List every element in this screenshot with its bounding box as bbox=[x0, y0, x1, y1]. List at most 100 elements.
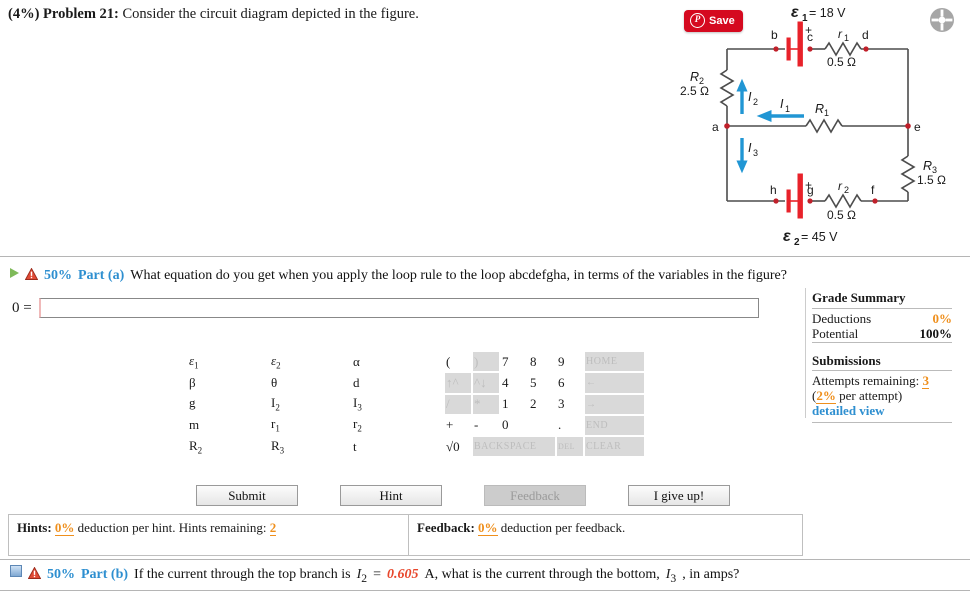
answer-prefix: 0 = bbox=[12, 299, 32, 316]
keypad-key[interactable]: ε2 bbox=[270, 352, 350, 372]
keypad-row: βθd bbox=[188, 374, 432, 392]
part-b-value: 0.605 bbox=[387, 567, 419, 582]
collapsed-square-icon[interactable] bbox=[10, 565, 22, 577]
hint-button[interactable]: Hint bbox=[340, 485, 442, 506]
keypad-key[interactable]: 6 bbox=[557, 373, 583, 392]
keypad-key[interactable]: 8 bbox=[529, 352, 555, 371]
keypad-key[interactable]: 4 bbox=[501, 373, 527, 392]
keypad-key-subscript: 2 bbox=[357, 423, 362, 434]
page-title: (4%) Problem 21: Consider the circuit di… bbox=[8, 6, 419, 23]
node-label-h: h bbox=[770, 183, 777, 197]
keypad-key[interactable]: r2 bbox=[352, 415, 432, 435]
node-label-d: d bbox=[862, 28, 869, 42]
keypad-key-subscript: 2 bbox=[197, 445, 203, 456]
keypad-key: DEL bbox=[557, 437, 583, 457]
keypad-key: * bbox=[473, 394, 499, 414]
keypad-key[interactable]: 2 bbox=[529, 395, 555, 414]
circuit-figure: P Save ε 1 = 18 V + ε 2 = 45 V + b c d a… bbox=[670, 0, 970, 252]
keypad-key[interactable]: 1 bbox=[501, 395, 527, 414]
keypad-key: HOME bbox=[585, 352, 644, 372]
keypad-row: ε1 ε2 α bbox=[188, 352, 432, 372]
deductions-value: 0% bbox=[932, 311, 953, 326]
keypad-key[interactable]: r1 bbox=[270, 415, 350, 435]
problem-statement: Consider the circuit diagram depicted in… bbox=[122, 6, 419, 22]
warning-triangle-icon[interactable] bbox=[28, 567, 41, 579]
keypad-key: BACKSPACE bbox=[473, 437, 555, 457]
keypad-key-label: R bbox=[189, 437, 198, 453]
answer-row: 0 = bbox=[12, 298, 759, 318]
node-f bbox=[872, 198, 878, 204]
keypad-key[interactable]: 5 bbox=[529, 373, 555, 392]
keypad-key[interactable]: 9 bbox=[557, 352, 583, 371]
keypad-key-subscript: 2 bbox=[276, 360, 281, 371]
keypad-key[interactable]: I3 bbox=[352, 394, 432, 414]
node-label-f: f bbox=[871, 183, 875, 197]
keypad-key[interactable]: √0 bbox=[445, 437, 471, 456]
node-a bbox=[724, 123, 730, 129]
hints-cell: Hints: 0% deduction per hint. Hints rema… bbox=[9, 515, 409, 555]
math-keypad: ε1 ε2 α β θ d g I2 I3 m r1 r2 R2 R3 t () 7 8 9 HOME ↑^ ^↓ 4 5 6… bbox=[186, 350, 646, 458]
keypad-key-subscript: 3 bbox=[357, 402, 362, 413]
keypad-key-subscript: 3 bbox=[279, 445, 285, 456]
node-label-b: b bbox=[771, 28, 778, 42]
keypad-key[interactable]: θ bbox=[270, 374, 350, 392]
grade-summary-rule-bottom bbox=[812, 422, 952, 423]
feedback-deduction-value: 0% bbox=[478, 520, 498, 536]
detailed-view-link[interactable]: detailed view bbox=[812, 403, 952, 419]
per-attempt-line: (2% per attempt) bbox=[812, 388, 952, 404]
attempts-remaining-line: Attempts remaining: 3 bbox=[812, 373, 952, 389]
keypad-key: ) bbox=[473, 352, 499, 372]
submissions-title: Submissions bbox=[812, 353, 881, 368]
expand-triangle-icon[interactable] bbox=[10, 268, 19, 278]
keypad-key[interactable]: + bbox=[445, 416, 471, 435]
part-a-name: Part (a) bbox=[78, 268, 125, 283]
node-e bbox=[905, 123, 911, 129]
keypad-key: CLEAR bbox=[585, 437, 644, 457]
part-b-percent: 50% bbox=[47, 567, 75, 582]
label-r1-value: 0.5 Ω bbox=[827, 55, 856, 69]
keypad-row: + -0. END bbox=[445, 415, 644, 436]
keypad-key[interactable]: g bbox=[188, 394, 268, 414]
keypad-key-label: t bbox=[353, 438, 357, 454]
keypad-key[interactable]: β bbox=[188, 374, 268, 392]
emf2-symbol: ε bbox=[783, 228, 791, 245]
keypad-key[interactable]: t bbox=[352, 437, 432, 457]
keypad-key[interactable]: 3 bbox=[557, 395, 583, 414]
give-up-button[interactable]: I give up! bbox=[628, 485, 730, 506]
label-r2-sub: 2 bbox=[844, 185, 849, 195]
potential-label: Potential bbox=[812, 326, 859, 341]
keypad-key[interactable]: d bbox=[352, 374, 432, 392]
label-I3: I bbox=[748, 141, 752, 155]
node-label-g: g bbox=[807, 183, 814, 197]
keypad-key[interactable]: I2 bbox=[270, 394, 350, 414]
part-b-name: Part (b) bbox=[81, 567, 129, 582]
answer-input[interactable] bbox=[38, 298, 759, 318]
keypad-key[interactable]: α bbox=[352, 352, 432, 372]
problem-weight: (4%) bbox=[8, 6, 40, 22]
node-b bbox=[773, 46, 779, 52]
hints-text: deduction per hint. Hints remaining: bbox=[74, 520, 267, 535]
keypad-key-subscript: 2 bbox=[275, 402, 280, 413]
keypad-key[interactable]: ε1 bbox=[188, 352, 268, 372]
keypad-key[interactable]: R2 bbox=[188, 437, 268, 457]
label-r2-value: 0.5 Ω bbox=[827, 208, 856, 222]
node-label-a: a bbox=[712, 120, 719, 134]
label-r1: r bbox=[838, 27, 843, 41]
hints-remaining-value: 2 bbox=[269, 520, 277, 536]
keypad-key[interactable]: - bbox=[473, 416, 499, 435]
potential-value: 100% bbox=[919, 326, 953, 341]
attempts-remaining-label: Attempts remaining: bbox=[812, 373, 920, 388]
keypad-key[interactable]: m bbox=[188, 415, 268, 435]
keypad-key[interactable]: ( bbox=[445, 352, 471, 371]
keypad-key[interactable]: . bbox=[557, 416, 583, 435]
keypad-key: ← bbox=[585, 373, 644, 393]
per-attempt-value: 2% bbox=[816, 388, 836, 404]
submit-button[interactable]: Submit bbox=[196, 485, 298, 506]
emf2-subscript: 2 bbox=[794, 237, 800, 248]
keypad-key[interactable]: 7 bbox=[501, 352, 527, 371]
warning-triangle-icon[interactable] bbox=[25, 268, 38, 280]
keypad-key[interactable]: 0 bbox=[501, 416, 555, 435]
keypad-variables: ε1 ε2 α β θ d g I2 I3 m r1 r2 R2 R3 t bbox=[186, 350, 434, 458]
keypad-key[interactable]: R3 bbox=[270, 437, 350, 457]
label-R3-value: 1.5 Ω bbox=[917, 173, 946, 187]
